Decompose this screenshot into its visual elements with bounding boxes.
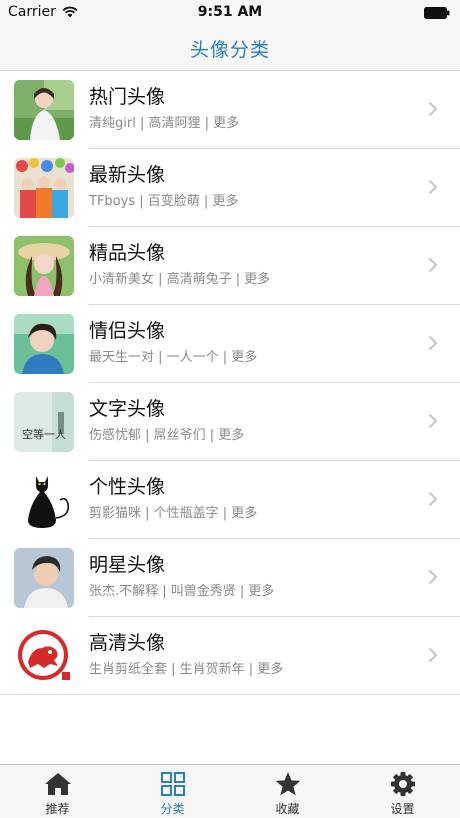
category-subtitle: 生肖剪纸全套 | 生肖贺新年 | 更多 (89, 662, 284, 677)
category-row-premium[interactable]: 精品头像 小清新美女 | 高清萌兔子 | 更多 (0, 227, 460, 305)
battery-icon (424, 7, 450, 19)
category-row-couple[interactable]: 情侣头像 最天生一对 | 一人一个 | 更多 (0, 305, 460, 383)
chevron-right-icon (428, 257, 438, 273)
tab-category[interactable]: 分类 (115, 765, 230, 818)
premium-avatar-thumbnail (14, 236, 74, 296)
star-icon (275, 772, 300, 796)
hot-avatar-thumbnail (14, 80, 74, 140)
tab-bar: 推荐 分类 收藏 设置 (0, 764, 460, 818)
category-subtitle: 清纯girl | 高清阿狸 | 更多 (89, 116, 240, 131)
page-title: 头像分类 (189, 38, 270, 61)
home-icon (44, 773, 71, 795)
category-row-hd[interactable]: 高清头像 生肖剪纸全套 | 生肖贺新年 | 更多 (0, 617, 460, 695)
category-text: 情侣头像 最天生一对 | 一人一个 | 更多 (89, 319, 257, 366)
tab-label: 推荐 (45, 802, 70, 816)
category-subtitle: 小清新美女 | 高清萌兔子 | 更多 (89, 272, 271, 287)
category-title: 精品头像 (89, 242, 166, 264)
text-avatar-thumbnail: 空等一人 (14, 392, 74, 452)
category-text: 文字头像 伤感忧郁 | 屌丝爷们 | 更多 (89, 397, 244, 444)
category-row-new[interactable]: 最新头像 TFboys | 百变脸萌 | 更多 (0, 149, 460, 227)
category-text: 明星头像 张杰.不解释 | 叫兽金秀贤 | 更多 (89, 553, 274, 600)
chevron-right-icon (428, 569, 438, 585)
category-text: 精品头像 小清新美女 | 高清萌兔子 | 更多 (89, 241, 270, 288)
category-title: 最新头像 (89, 164, 166, 186)
star-avatar-thumbnail (14, 548, 74, 608)
tab-favorites[interactable]: 收藏 (230, 765, 345, 818)
chevron-right-icon (428, 335, 438, 351)
couple-avatar-thumbnail (14, 314, 74, 374)
category-text: 热门头像 清纯girl | 高清阿狸 | 更多 (89, 85, 239, 132)
status-bar: Carrier 9:51 AM (0, 0, 460, 26)
tab-recommend[interactable]: 推荐 (0, 765, 115, 818)
navigation-bar: 头像分类 (0, 26, 460, 71)
chevron-right-icon (428, 491, 438, 507)
category-title: 热门头像 (89, 86, 166, 108)
chevron-right-icon (428, 413, 438, 429)
category-text: 个性头像 剪影猫咪 | 个性瓶盖字 | 更多 (89, 475, 257, 522)
category-subtitle: 伤感忧郁 | 屌丝爷们 | 更多 (89, 428, 245, 443)
category-subtitle: 剪影猫咪 | 个性瓶盖字 | 更多 (89, 506, 258, 521)
category-subtitle: 张杰.不解释 | 叫兽金秀贤 | 更多 (89, 584, 275, 599)
thumbnail-caption: 空等一人 (22, 427, 66, 441)
category-subtitle: 最天生一对 | 一人一个 | 更多 (89, 350, 258, 365)
category-row-text[interactable]: 空等一人 文字头像 伤感忧郁 | 屌丝爷们 | 更多 (0, 383, 460, 461)
chevron-right-icon (428, 101, 438, 117)
category-text: 高清头像 生肖剪纸全套 | 生肖贺新年 | 更多 (89, 631, 283, 678)
category-title: 情侣头像 (89, 320, 166, 342)
category-text: 最新头像 TFboys | 百变脸萌 | 更多 (89, 163, 238, 210)
category-row-personality[interactable]: 个性头像 剪影猫咪 | 个性瓶盖字 | 更多 (0, 461, 460, 539)
paper-cut-seal-thumbnail (14, 626, 74, 686)
status-time: 9:51 AM (197, 4, 263, 20)
category-title: 明星头像 (89, 554, 166, 576)
tab-label: 分类 (160, 802, 185, 816)
chevron-right-icon (428, 647, 438, 663)
category-title: 个性头像 (89, 476, 166, 498)
chevron-right-icon (428, 179, 438, 195)
gear-icon (390, 772, 415, 796)
category-row-hot[interactable]: 热门头像 清纯girl | 高清阿狸 | 更多 (0, 71, 460, 149)
category-title: 高清头像 (89, 632, 166, 654)
tab-settings[interactable]: 设置 (345, 765, 460, 818)
grid-icon (160, 772, 185, 796)
new-avatar-thumbnail (14, 158, 74, 218)
cat-silhouette-thumbnail (14, 470, 74, 530)
category-title: 文字头像 (89, 398, 166, 420)
tab-label: 设置 (390, 802, 415, 816)
category-list: 热门头像 清纯girl | 高清阿狸 | 更多 最新头像 TFboys | 百变… (0, 71, 460, 695)
category-row-star[interactable]: 明星头像 张杰.不解释 | 叫兽金秀贤 | 更多 (0, 539, 460, 617)
tab-label: 收藏 (275, 802, 300, 816)
category-subtitle: TFboys | 百变脸萌 | 更多 (89, 194, 239, 209)
